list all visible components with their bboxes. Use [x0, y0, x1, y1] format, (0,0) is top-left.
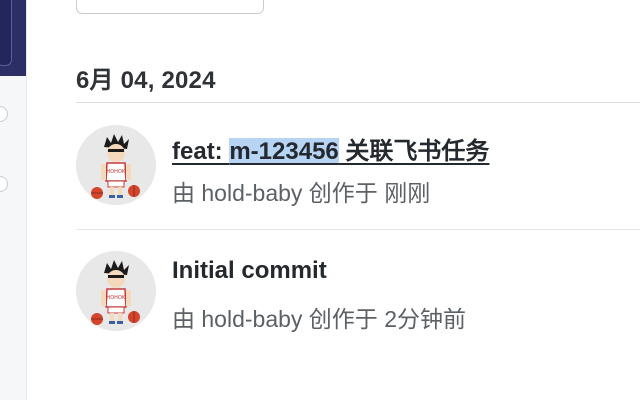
filter-button[interactable] [76, 0, 264, 14]
commit-meta: 由 hold-baby 创作于 刚刚 [172, 180, 431, 206]
commit-divider [76, 229, 640, 230]
date-divider [76, 102, 640, 103]
commit-meta: 由 hold-baby 创作于 2分钟前 [172, 306, 466, 332]
avatar[interactable]: SHOHOKU [76, 125, 156, 205]
sidebar-collapse-handle[interactable] [0, 106, 8, 122]
svg-text:SHOHOKU: SHOHOKU [103, 169, 129, 175]
sidebar-active-section[interactable] [0, 0, 26, 76]
avatar[interactable]: SHOHOKU [76, 251, 156, 331]
sidebar-scroll-handle[interactable] [0, 176, 8, 192]
svg-text:SHOHOKU: SHOHOKU [103, 295, 129, 301]
commit-title-link[interactable]: Initial commit [172, 257, 327, 285]
commit-type-prefix: feat: [172, 138, 230, 165]
basketball-player-avatar-icon: SHOHOKU [76, 251, 156, 331]
issue-key-highlight[interactable]: m-123456 [229, 138, 339, 165]
commit-title-suffix: 关联飞书任务 [338, 138, 490, 165]
basketball-player-avatar-icon: SHOHOKU [76, 125, 156, 205]
sidebar-active-item[interactable] [0, 0, 12, 66]
commit-title-link[interactable]: feat: m-123456 关联飞书任务 [172, 131, 489, 166]
left-sidebar [0, 0, 27, 400]
commit-date-heading: 6月 04, 2024 [76, 67, 216, 94]
